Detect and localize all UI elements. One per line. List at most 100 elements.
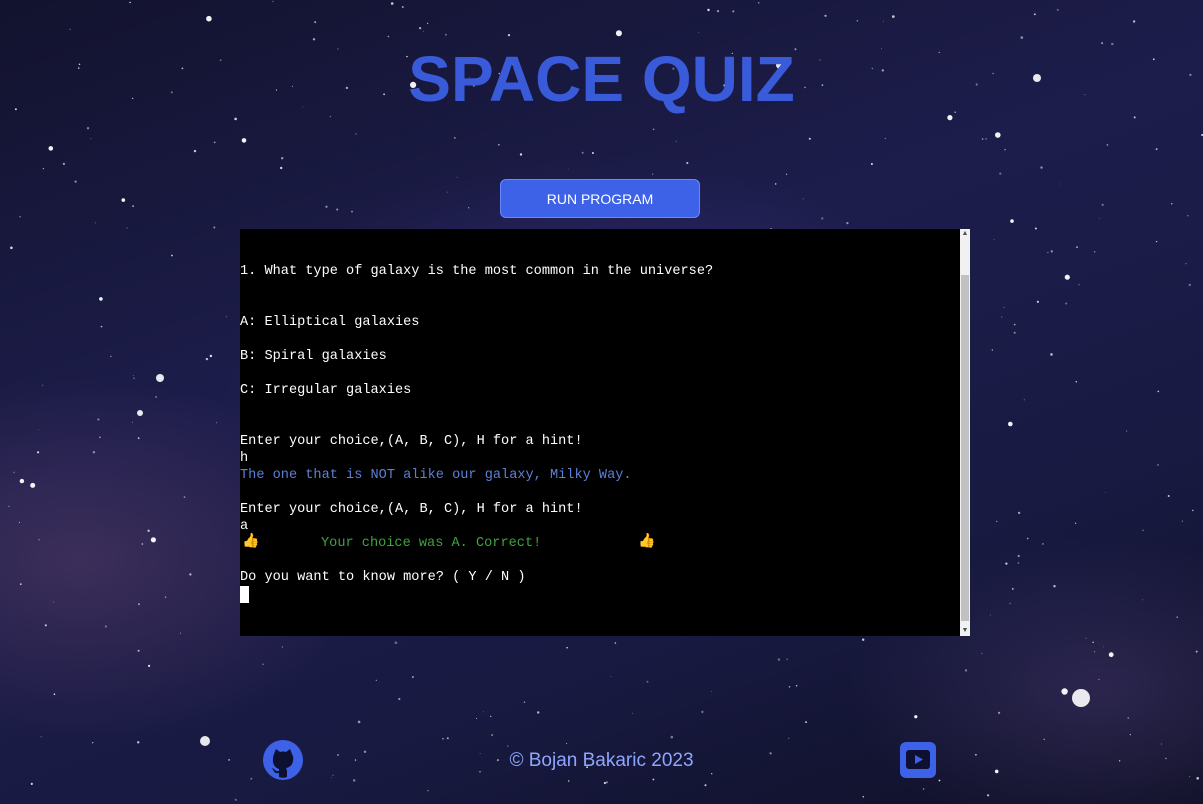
- star: [567, 780, 570, 782]
- star: [964, 669, 968, 672]
- terminal-window[interactable]: 1. What type of galaxy is the most commo…: [240, 229, 970, 636]
- star: [707, 8, 710, 12]
- star: [164, 596, 167, 598]
- star: [250, 777, 253, 780]
- star: [1004, 149, 1006, 151]
- star: [938, 779, 941, 782]
- star: [375, 679, 377, 681]
- star: [1050, 250, 1053, 253]
- star: [862, 795, 865, 798]
- star: [981, 652, 983, 654]
- result-line: Your choice was A. Correct!: [321, 536, 542, 551]
- star: [272, 0, 274, 3]
- star: [205, 357, 209, 361]
- star: [1142, 529, 1144, 531]
- hint-line: The one that is NOT alike our galaxy, Mi…: [240, 468, 632, 483]
- star: [18, 521, 20, 523]
- star: [1094, 251, 1096, 253]
- star: [241, 138, 247, 143]
- star: [86, 127, 90, 130]
- star: [133, 377, 135, 379]
- star: [1133, 116, 1136, 119]
- star: [1192, 509, 1194, 512]
- star: [351, 210, 353, 213]
- star: [675, 140, 677, 142]
- star: [1017, 511, 1021, 515]
- youtube-icon[interactable]: [900, 742, 936, 778]
- scroll-up-arrow-icon[interactable]: ▲: [960, 229, 970, 239]
- star: [1129, 734, 1131, 736]
- star: [92, 742, 94, 744]
- star: [325, 205, 328, 208]
- star: [1047, 252, 1049, 253]
- star: [1075, 380, 1078, 383]
- star: [1195, 650, 1198, 653]
- star: [121, 198, 126, 202]
- star: [280, 166, 283, 170]
- star: [774, 183, 777, 185]
- star: [1161, 743, 1162, 745]
- star: [1020, 36, 1024, 39]
- terminal-scrollbar[interactable]: ▲ ▼: [960, 229, 970, 636]
- star: [110, 355, 112, 357]
- star: [568, 168, 569, 170]
- star: [786, 173, 788, 175]
- star: [631, 712, 633, 714]
- star: [892, 15, 895, 18]
- star: [1011, 587, 1014, 590]
- star: [357, 720, 361, 724]
- star: [788, 686, 791, 688]
- run-program-button[interactable]: RUN PROGRAM: [500, 179, 700, 218]
- star: [999, 172, 1002, 175]
- star: [442, 737, 444, 740]
- star: [1105, 491, 1106, 493]
- star: [846, 222, 849, 225]
- star: [104, 625, 107, 628]
- star: [456, 176, 458, 178]
- star: [1042, 543, 1044, 545]
- star: [141, 543, 144, 545]
- star: [10, 246, 13, 250]
- star: [189, 573, 192, 576]
- scrollbar-thumb[interactable]: [961, 275, 969, 621]
- scroll-down-arrow-icon[interactable]: ▼: [960, 626, 970, 636]
- star: [1189, 776, 1191, 778]
- star: [281, 157, 284, 160]
- star: [1061, 688, 1068, 695]
- star: [171, 254, 173, 257]
- star: [1157, 464, 1159, 466]
- star: [37, 451, 40, 454]
- star: [427, 22, 429, 24]
- star: [1099, 218, 1101, 220]
- star: [336, 208, 339, 211]
- star: [995, 132, 1001, 138]
- star: [1023, 399, 1025, 401]
- star: [99, 436, 101, 438]
- star: [670, 735, 674, 739]
- star: [1126, 430, 1128, 432]
- bright-star: [200, 736, 210, 746]
- star: [1101, 203, 1104, 206]
- star: [40, 736, 42, 738]
- star: [446, 737, 449, 740]
- star: [97, 418, 100, 421]
- star: [1078, 284, 1080, 286]
- star: [777, 658, 781, 661]
- star: [652, 128, 655, 131]
- star: [445, 33, 447, 36]
- star: [53, 601, 55, 603]
- star: [390, 2, 394, 5]
- star: [137, 741, 140, 744]
- star: [1026, 537, 1029, 540]
- star: [53, 693, 56, 695]
- star: [615, 30, 622, 37]
- star: [1053, 585, 1056, 588]
- star: [591, 152, 594, 154]
- star: [1050, 353, 1053, 356]
- star: [1127, 717, 1129, 719]
- star: [281, 646, 284, 648]
- star: [394, 641, 398, 644]
- star: [821, 217, 824, 220]
- star: [352, 779, 356, 782]
- star: [566, 646, 568, 649]
